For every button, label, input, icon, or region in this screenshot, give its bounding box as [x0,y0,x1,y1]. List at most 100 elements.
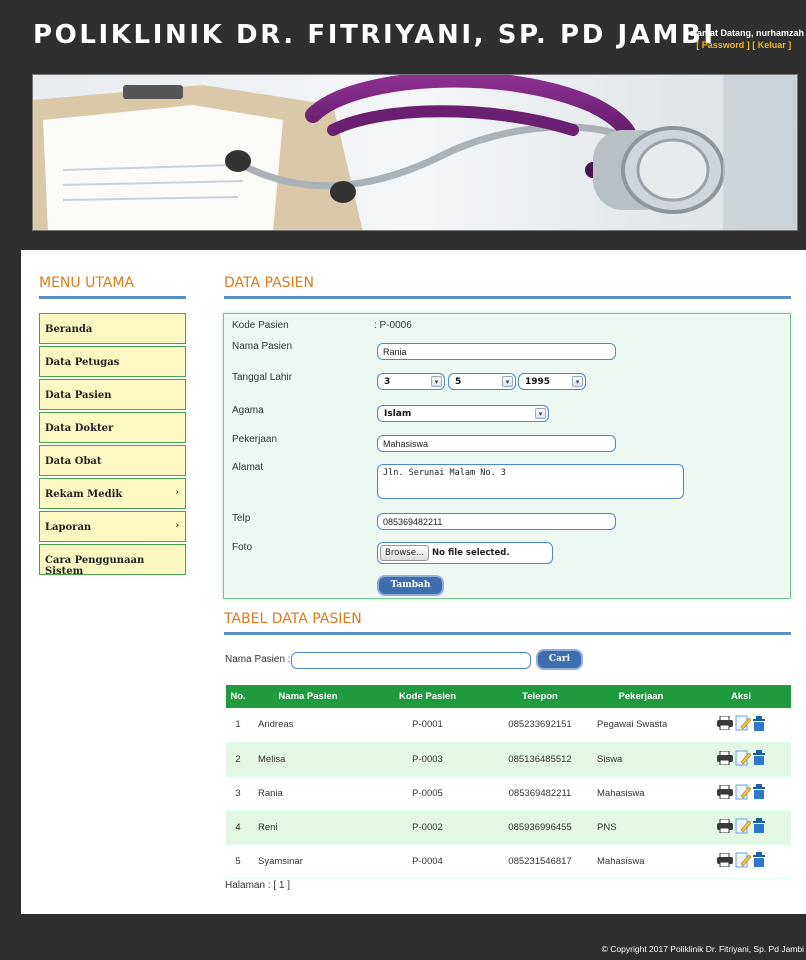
delete-icon[interactable] [753,852,765,870]
menu-item-rekam-medik[interactable]: Rekam Medik › [39,478,186,509]
patient-table: No. Nama Pasien Kode Pasien Telepon Peke… [226,685,791,879]
year-select[interactable]: 1995 ▾ [518,373,586,390]
row-actions [691,810,791,845]
delete-icon[interactable] [753,715,765,734]
tambah-button[interactable]: Tambah [377,575,444,596]
file-status: No file selected. [432,548,510,558]
edit-icon[interactable] [735,818,752,837]
agama-value: Islam [384,409,412,419]
menu-item-label: Data Petugas [45,357,120,368]
table-row: 5 Syamsinar P-0004 085231546817 Mahasiswa [226,844,791,879]
pekerjaan-input[interactable]: Mahasiswa [377,435,616,452]
menu-item-label: Cara Penggunaan Sistem [45,555,145,577]
row-no: 1 [226,708,250,743]
pekerjaan-label: Pekerjaan [232,434,278,445]
row-actions [691,708,791,743]
form-divider [224,296,791,299]
menu-item-cara-penggunaan[interactable]: Cara Penggunaan Sistem [39,544,186,577]
alamat-textarea[interactable]: Jln. Serunai Malam No. 3 [377,464,684,499]
edit-icon[interactable] [735,784,752,803]
menu-item-label: Data Dokter [45,423,114,434]
foto-label: Foto [232,542,253,553]
row-telepon: 085369482211 [489,776,591,811]
edit-icon[interactable] [735,715,752,734]
row-telepon: 085233692151 [489,708,591,743]
print-icon[interactable] [717,784,733,802]
delete-icon[interactable] [753,750,765,768]
row-kode: P-0001 [366,708,489,743]
menu-item-beranda[interactable]: Beranda [39,313,186,344]
logout-link[interactable]: [ Keluar ] [752,40,791,50]
table-row: 2 Melisa P-0003 085136485512 Siswa [226,742,791,777]
table-row: 4 Reni P-0002 085936996455 PNS [226,810,791,845]
print-icon[interactable] [717,852,733,870]
menu-item-laporan[interactable]: Laporan › [39,511,186,542]
agama-label: Agama [232,405,264,416]
col-no: No. [226,685,250,708]
menu-item-data-petugas[interactable]: Data Petugas [39,346,186,377]
site-header: POLIKLINIK DR. FITRIYANI, SP. PD JAMBI S… [0,0,806,248]
stethoscope-banner-illustration [33,75,797,230]
main-content: MENU UTAMA Beranda Data Petugas Data Pas… [21,250,806,914]
edit-icon[interactable] [735,852,752,871]
menu-item-label: Rekam Medik [45,489,123,500]
row-pekerjaan: Siswa [591,742,691,777]
row-no: 4 [226,810,250,845]
nama-input[interactable]: Rania [377,343,616,360]
row-kode: P-0003 [366,742,489,777]
row-actions [691,776,791,811]
menu-item-data-pasien[interactable]: Data Pasien [39,379,186,410]
row-pekerjaan: Mahasiswa [591,776,691,811]
row-actions [691,742,791,777]
password-link[interactable]: [ Password ] [696,40,750,50]
header-banner-image [32,74,798,231]
chevron-down-icon: ▾ [502,376,513,387]
row-nama: Melisa [250,742,366,777]
kode-value: : P-0006 [374,320,412,331]
row-kode: P-0005 [366,776,489,811]
user-welcome: Selamat Datang, nurhamzah [ Password ] [… [683,27,804,51]
print-icon[interactable] [717,818,733,836]
telp-input[interactable]: 085369482211 [377,513,616,530]
row-no: 5 [226,844,250,879]
nama-label: Nama Pasien [232,341,293,352]
table-divider [224,632,791,635]
col-aksi: Aksi [691,685,791,708]
delete-icon[interactable] [753,818,765,836]
row-telepon: 085936996455 [489,810,591,845]
menu-divider [39,296,186,299]
delete-icon[interactable] [753,784,765,802]
month-value: 5 [455,377,462,387]
alamat-label: Alamat [232,462,264,473]
col-nama: Nama Pasien [250,685,366,708]
menu-item-data-obat[interactable]: Data Obat [39,445,186,476]
edit-icon[interactable] [735,750,752,769]
print-icon[interactable] [717,750,733,768]
search-input[interactable] [291,652,531,669]
print-icon[interactable] [717,715,733,733]
footer-copyright: © Copyright 2017 Poliklinik Dr. Fitriyan… [601,944,804,954]
form-title: DATA PASIEN [224,275,314,291]
chevron-down-icon: ▾ [572,376,583,387]
agama-select[interactable]: Islam ▾ [377,405,549,422]
row-telepon: 085136485512 [489,742,591,777]
month-select[interactable]: 5 ▾ [448,373,516,390]
menu-title: MENU UTAMA [39,275,135,291]
chevron-right-icon: › [175,521,179,531]
row-no: 3 [226,776,250,811]
table-row: 3 Rania P-0005 085369482211 Mahasiswa [226,776,791,811]
day-select[interactable]: 3 ▾ [377,373,445,390]
tanggal-lahir-label: Tanggal Lahir [232,372,293,383]
row-nama: Rania [250,776,366,811]
table-row: 1 Andreas P-0001 085233692151 Pegawai Swasta [226,708,791,743]
row-no: 2 [226,742,250,777]
cari-button[interactable]: Cari [536,649,583,670]
chevron-right-icon: › [175,488,179,498]
menu-item-label: Beranda [45,324,93,335]
site-title: POLIKLINIK DR. FITRIYANI, SP. PD JAMBI [33,20,716,50]
menu-item-data-dokter[interactable]: Data Dokter [39,412,186,443]
file-upload[interactable]: Browse... No file selected. [377,542,553,564]
browse-button[interactable]: Browse... [380,545,430,561]
row-kode: P-0002 [366,810,489,845]
kode-label: Kode Pasien [232,320,289,331]
